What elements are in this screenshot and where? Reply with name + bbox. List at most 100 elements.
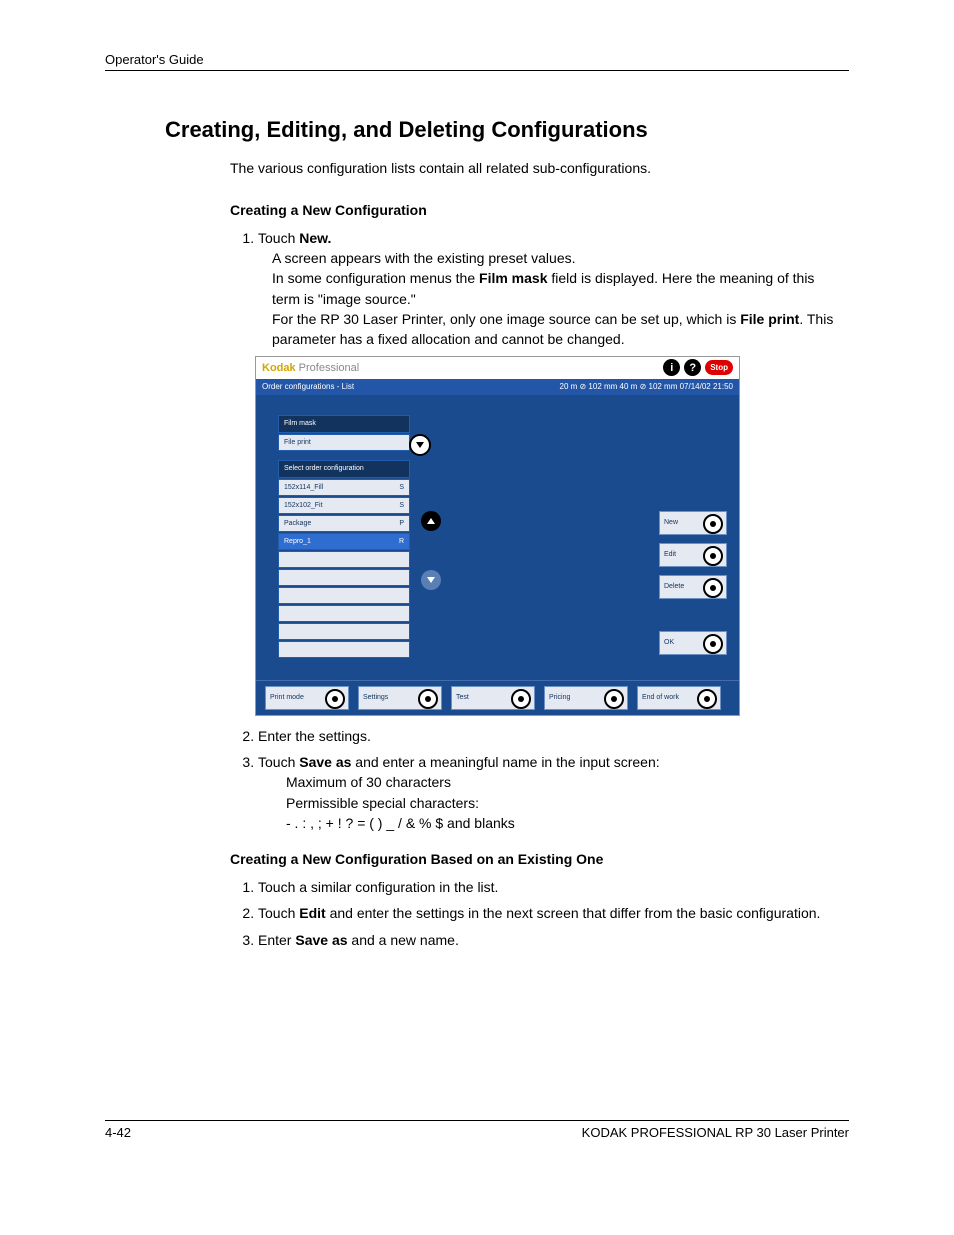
txt: and a new name.: [348, 932, 459, 948]
ok-button[interactable]: OK: [659, 631, 727, 655]
fileprint-value: File print: [284, 439, 311, 446]
footer-left: 4-42: [105, 1125, 131, 1140]
s2-step3: Enter Save as and a new name.: [258, 930, 849, 950]
txt: and enter the settings in the next scree…: [326, 905, 821, 921]
txt: and enter a meaningful name in the input…: [351, 754, 659, 770]
radio-icon: [325, 689, 345, 709]
section1-heading: Creating a New Configuration: [230, 202, 849, 218]
row-tag: S: [399, 484, 404, 491]
list-item-empty: .: [278, 569, 410, 586]
btn-label: Edit: [664, 551, 676, 558]
list-item-empty: .: [278, 587, 410, 604]
row-name: Repro_1: [284, 538, 311, 545]
pricing-button[interactable]: Pricing: [544, 686, 628, 710]
row-tag: S: [399, 502, 404, 509]
fileprint-dropdown[interactable]: File print: [278, 434, 410, 451]
breadcrumb-bar: Order configurations - List 20 m ⊘ 102 m…: [256, 379, 739, 395]
section2-steps: Touch a similar configuration in the lis…: [230, 877, 849, 950]
scroll-up-icon[interactable]: [421, 511, 441, 531]
section1-steps: Touch New. A screen appears with the exi…: [230, 228, 849, 350]
status-right: 20 m ⊘ 102 mm 40 m ⊘ 102 mm 07/14/02 21:…: [560, 382, 734, 391]
btn-label: OK: [664, 639, 674, 646]
settings-button[interactable]: Settings: [358, 686, 442, 710]
row-tag: R: [399, 538, 404, 545]
txt-bold: Edit: [299, 905, 325, 921]
row-name: 152x114_Fill: [284, 484, 323, 491]
select-config-label: Select order configuration: [278, 460, 410, 478]
radio-icon: [703, 578, 723, 598]
bottom-bar: Print mode Settings Test Pricing End of …: [256, 680, 739, 715]
txt-bold: File print: [740, 311, 799, 327]
txt-bold: Save as: [295, 932, 347, 948]
s1-step3: Touch Save as and enter a meaningful nam…: [258, 752, 849, 833]
printmode-button[interactable]: Print mode: [265, 686, 349, 710]
txt-bold: Film mask: [479, 270, 547, 286]
section2-heading: Creating a New Configuration Based on an…: [230, 851, 849, 867]
list-item[interactable]: Package P: [278, 515, 410, 532]
btn-label: Settings: [363, 694, 388, 701]
btn-label: Test: [456, 694, 469, 701]
btn-label: New: [664, 519, 678, 526]
s2-step2: Touch Edit and enter the settings in the…: [258, 903, 849, 923]
list-item-empty: .: [278, 605, 410, 622]
s1-step3-sub1: Maximum of 30 characters: [286, 772, 839, 792]
brand-kodak: Kodak: [262, 362, 296, 374]
btn-label: Delete: [664, 583, 684, 590]
radio-icon: [604, 689, 624, 709]
list-item[interactable]: 152x114_Fill S: [278, 479, 410, 496]
delete-button[interactable]: Delete: [659, 575, 727, 599]
breadcrumb-left: Order configurations - List: [262, 382, 354, 391]
txt-bold: Save as: [299, 754, 351, 770]
chevron-down-icon[interactable]: [409, 434, 431, 456]
page-header: Operator's Guide: [105, 52, 849, 71]
list-item[interactable]: 152x102_Fit S: [278, 497, 410, 514]
radio-icon: [418, 689, 438, 709]
row-tag: P: [399, 520, 404, 527]
brand: Kodak Professional: [262, 362, 359, 374]
radio-icon: [511, 689, 531, 709]
s1-step2: Enter the settings.: [258, 726, 849, 746]
page-footer: 4-42 KODAK PROFESSIONAL RP 30 Laser Prin…: [105, 1120, 849, 1140]
brand-prof: Professional: [296, 362, 360, 374]
s1-step1-pre: Touch: [258, 230, 299, 246]
txt: For the RP 30 Laser Printer, only one im…: [272, 311, 740, 327]
list-item-empty: .: [278, 623, 410, 640]
page-title: Creating, Editing, and Deleting Configur…: [165, 117, 849, 143]
endofwork-button[interactable]: End of work: [637, 686, 721, 710]
app-titlebar: Kodak Professional i ? Stop: [256, 357, 739, 379]
s1-step1: Touch New. A screen appears with the exi…: [258, 228, 849, 350]
radio-icon: [703, 514, 723, 534]
s2-step1: Touch a similar configuration in the lis…: [258, 877, 849, 897]
filmmask-label: Film mask: [278, 415, 410, 433]
test-button[interactable]: Test: [451, 686, 535, 710]
btn-label: End of work: [642, 694, 679, 701]
row-name: Package: [284, 520, 311, 527]
edit-button[interactable]: Edit: [659, 543, 727, 567]
btn-label: Pricing: [549, 694, 570, 701]
stop-button[interactable]: Stop: [705, 360, 733, 375]
s1-step1-line2: A screen appears with the existing prese…: [272, 248, 839, 268]
s1-step3-sub3: - . : , ; + ! ? = ( ) _ / & % $ and blan…: [286, 813, 839, 833]
s1-step1-line3: In some configuration menus the Film mas…: [272, 268, 839, 309]
txt: Enter: [258, 932, 295, 948]
embedded-screenshot: Kodak Professional i ? Stop Order config…: [255, 356, 740, 716]
footer-right: KODAK PROFESSIONAL RP 30 Laser Printer: [582, 1125, 849, 1140]
s1-step3-sub2: Permissible special characters:: [286, 793, 839, 813]
list-item-selected[interactable]: Repro_1 R: [278, 533, 410, 550]
radio-icon: [697, 689, 717, 709]
txt: Touch: [258, 905, 299, 921]
list-item-empty: .: [278, 551, 410, 568]
radio-icon: [703, 546, 723, 566]
new-button[interactable]: New: [659, 511, 727, 535]
btn-label: Print mode: [270, 694, 304, 701]
txt: Touch: [258, 754, 299, 770]
help-icon[interactable]: ?: [684, 359, 701, 376]
list-item-empty: .: [278, 641, 410, 658]
scroll-down-icon[interactable]: [421, 570, 441, 590]
info-icon[interactable]: i: [663, 359, 680, 376]
intro-text: The various configuration lists contain …: [230, 159, 849, 178]
s1-step1-bold: New.: [299, 230, 331, 246]
s1-step1-line4: For the RP 30 Laser Printer, only one im…: [272, 309, 839, 350]
row-name: 152x102_Fit: [284, 502, 323, 509]
radio-icon: [703, 634, 723, 654]
